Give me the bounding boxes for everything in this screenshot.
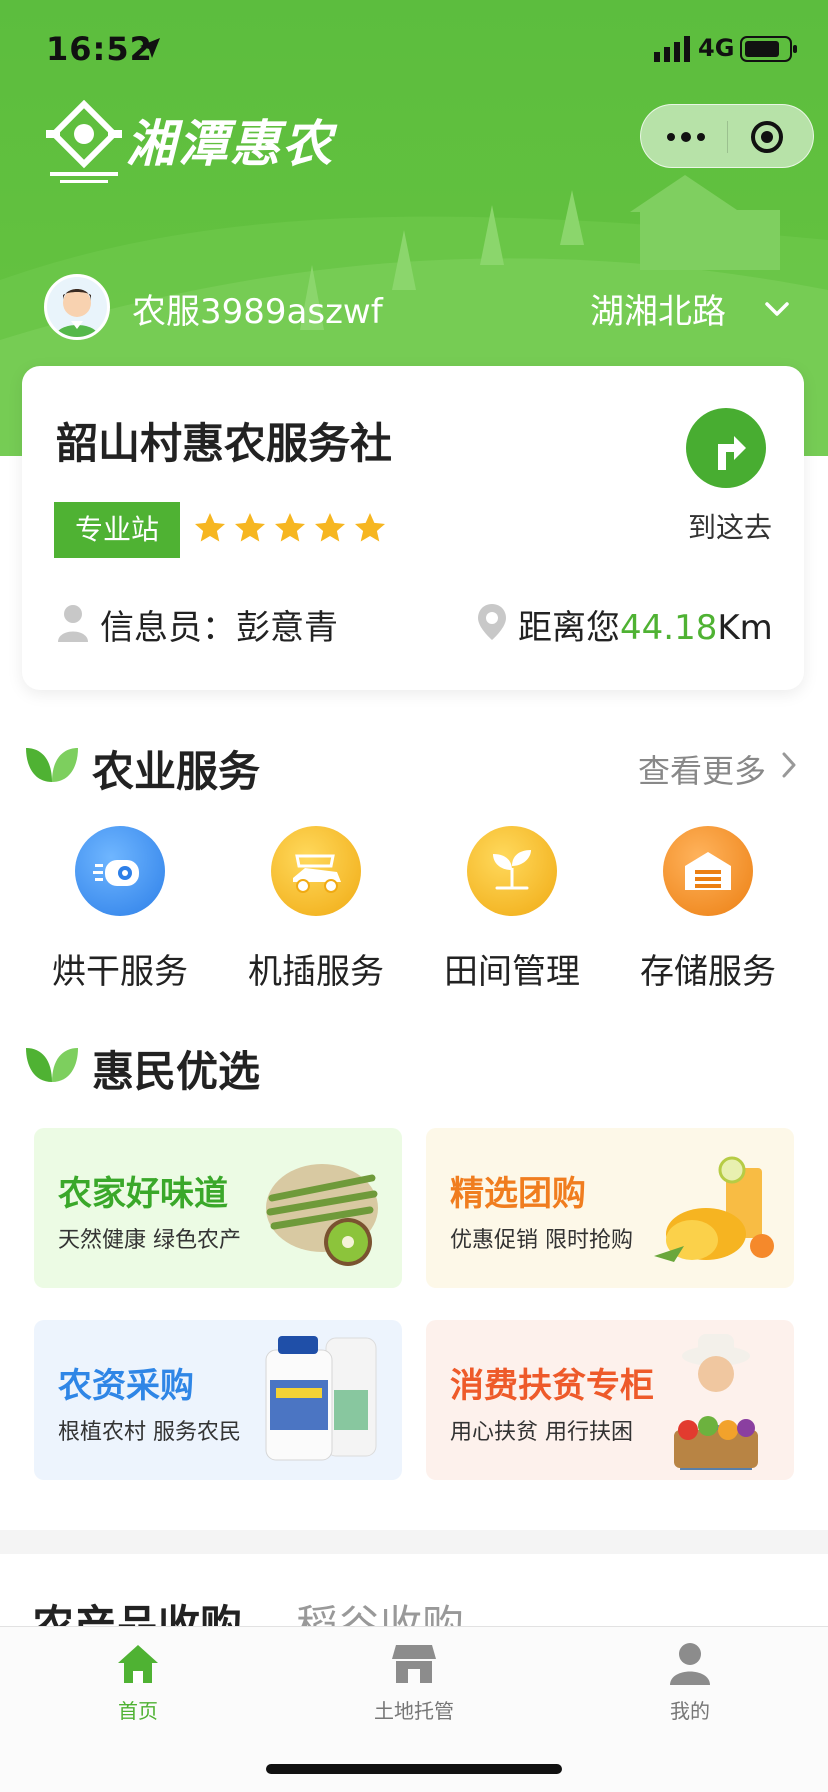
leaf-icon [26,1048,78,1082]
more-dots-icon[interactable] [659,119,713,155]
promo-poverty-relief[interactable]: 消费扶贫专柜 用心扶贫 用行扶困 [426,1320,794,1480]
distance-value: 44.18 [620,608,718,648]
promo-title: 精选团购 [450,1174,586,1214]
status-time: 16:52 [46,30,153,68]
coop-logo-icon [46,100,122,183]
promo-subtitle: 天然健康 绿色农产 [58,1228,241,1253]
chevron-right-icon[interactable] [780,750,798,780]
battery-icon [740,36,797,62]
user-icon [670,1643,710,1685]
sprout-icon [467,826,557,916]
station-rating [192,510,388,550]
station-type-badge: 专业站 [54,502,180,558]
service-field-management[interactable]: 田间管理 [432,826,592,996]
star-icon [275,513,305,542]
status-bar: 16:52 4G [0,0,828,100]
navigate-label[interactable]: 到这去 [688,506,772,546]
star-icon [355,513,385,542]
mango-juice-image [654,1156,774,1262]
view-more-link[interactable]: 查看更多 [638,746,766,792]
shop-icon [392,1645,436,1683]
mini-program-capsule [640,104,814,168]
section-divider [0,1530,828,1554]
station-card[interactable]: 韶山村惠农服务社 专业站 到这去 信息员：彭意青 距离您44.18Km [22,366,804,690]
promo-subtitle: 用心扶贫 用行扶困 [450,1420,633,1445]
warehouse-icon [663,826,753,916]
nav-land-trust[interactable]: 土地托管 [334,1641,494,1731]
home-indicator [266,1764,562,1774]
service-label: 烘干服务 [52,952,188,992]
nav-label: 首页 [118,1699,158,1723]
dryer-glyph-icon [93,860,139,886]
network-type: 4G [698,34,735,62]
tractor-icon [271,826,361,916]
promo-title: 农资采购 [58,1366,194,1406]
direction-arrow-icon [718,436,746,470]
picks-title: 惠民优选 [92,1047,261,1096]
close-target-icon[interactable] [749,119,785,155]
username: 农服3989aszwf [132,292,383,332]
fertilizer-bottles-image [265,1336,377,1461]
location-arrow-icon [140,38,160,58]
brand-title: 湘潭惠农 [126,115,334,173]
leaf-icon [26,748,78,782]
sprout-glyph-icon [493,850,531,890]
home-icon [118,1645,158,1683]
nav-home[interactable]: 首页 [58,1641,218,1731]
navigate-button[interactable] [686,408,766,488]
service-label: 存储服务 [640,952,776,992]
promo-subtitle: 根植农村 服务农民 [58,1420,241,1445]
farmer-vegetables-image [674,1334,758,1470]
promo-title: 农家好味道 [58,1174,228,1214]
service-storage[interactable]: 存储服务 [628,826,788,996]
nav-label: 土地托管 [374,1699,454,1723]
person-icon [58,605,88,642]
star-icon [235,513,265,542]
nav-mine[interactable]: 我的 [610,1641,770,1731]
asparagus-kiwi-image [266,1164,378,1266]
capsule-divider [727,121,728,153]
promo-subtitle: 优惠促销 限时抢购 [450,1228,633,1253]
distance-prefix: 距离您 [518,608,620,648]
service-label: 田间管理 [444,952,580,992]
service-transplanting[interactable]: 机插服务 [236,826,396,996]
distance-unit: Km [717,608,773,648]
dryer-icon [75,826,165,916]
avatar-face-icon [47,277,107,337]
station-name: 韶山村惠农服务社 [56,419,393,468]
promo-agri-supplies[interactable]: 农资采购 根植农村 服务农民 [34,1320,402,1480]
nav-label: 我的 [670,1699,710,1723]
chevron-down-icon[interactable] [762,296,792,322]
promo-group-buy[interactable]: 精选团购 优惠促销 限时抢购 [426,1128,794,1288]
signal-icon [654,36,690,62]
warehouse-glyph-icon [685,852,731,890]
avatar[interactable] [44,274,110,340]
map-pin-icon [478,604,506,640]
location-selector[interactable]: 湖湘北路 [590,284,726,333]
star-icon [315,513,345,542]
service-drying[interactable]: 烘干服务 [40,826,200,996]
tractor-glyph-icon [293,854,341,893]
star-icon [195,513,225,542]
distance-text: 距离您44.18Km [518,600,773,649]
promo-title: 消费扶贫专柜 [450,1366,654,1406]
promo-farm-flavor[interactable]: 农家好味道 天然健康 绿色农产 [34,1128,402,1288]
informant-text: 信息员：彭意青 [100,608,338,648]
service-label: 机插服务 [248,952,384,992]
agri-services-title: 农业服务 [92,747,261,796]
